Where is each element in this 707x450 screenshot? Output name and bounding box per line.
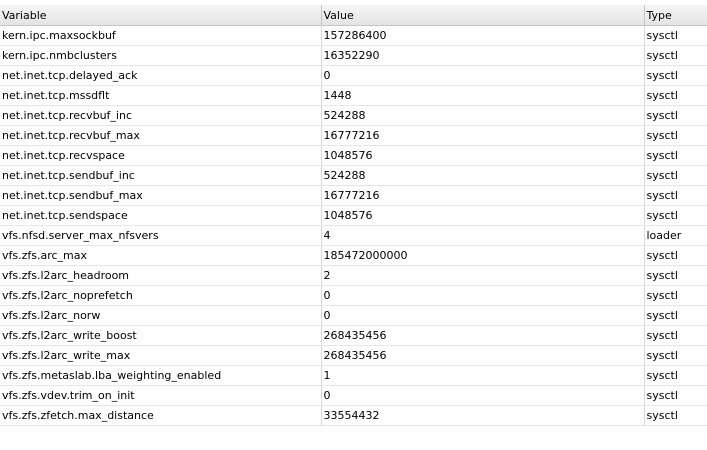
value-cell: 524288 — [321, 105, 645, 126]
tunables-table: Variable Value Type kern.ipc.maxsockbuf 1… — [0, 5, 707, 426]
variable-cell: net.inet.tcp.sendspace — [0, 205, 322, 226]
value-cell: 0 — [321, 65, 645, 86]
type-cell: sysctl — [644, 65, 707, 86]
variable-cell: vfs.zfs.arc_max — [0, 245, 322, 266]
table-row[interactable]: net.inet.tcp.sendbuf_inc 524288 sysctl — [0, 165, 707, 186]
value-cell: 2 — [321, 265, 645, 286]
type-cell: sysctl — [644, 365, 707, 386]
variable-cell: vfs.zfs.zfetch.max_distance — [0, 405, 322, 426]
variable-cell: net.inet.tcp.recvbuf_max — [0, 125, 322, 146]
variable-cell: vfs.nfsd.server_max_nfsvers — [0, 225, 322, 246]
table-row[interactable]: net.inet.tcp.recvbuf_inc 524288 sysctl — [0, 105, 707, 126]
variable-cell: kern.ipc.nmbclusters — [0, 45, 322, 66]
type-cell: sysctl — [644, 105, 707, 126]
table-row[interactable]: net.inet.tcp.sendbuf_max 16777216 sysctl — [0, 185, 707, 206]
value-cell: 157286400 — [321, 25, 645, 46]
value-cell: 1448 — [321, 85, 645, 106]
type-cell: sysctl — [644, 185, 707, 206]
variable-cell: net.inet.tcp.delayed_ack — [0, 65, 322, 86]
value-cell: 0 — [321, 385, 645, 406]
value-cell: 1 — [321, 365, 645, 386]
value-cell: 16777216 — [321, 185, 645, 206]
value-cell: 1048576 — [321, 145, 645, 166]
variable-cell: vfs.zfs.l2arc_write_max — [0, 345, 322, 366]
type-cell: sysctl — [644, 345, 707, 366]
value-cell: 4 — [321, 225, 645, 246]
table-row[interactable]: net.inet.tcp.sendspace 1048576 sysctl — [0, 205, 707, 226]
type-cell: loader — [644, 225, 707, 246]
variable-cell: vfs.zfs.metaslab.lba_weighting_enabled — [0, 365, 322, 386]
table-row[interactable]: kern.ipc.nmbclusters 16352290 sysctl — [0, 45, 707, 66]
value-cell: 268435456 — [321, 325, 645, 346]
table-row[interactable]: vfs.zfs.zfetch.max_distance 33554432 sysct… — [0, 405, 707, 426]
table-row[interactable]: kern.ipc.maxsockbuf 157286400 sysctl — [0, 25, 707, 46]
table-row[interactable]: net.inet.tcp.delayed_ack 0 sysctl — [0, 65, 707, 86]
type-cell: sysctl — [644, 85, 707, 106]
table-row[interactable]: vfs.nfsd.server_max_nfsvers 4 loader — [0, 225, 707, 246]
table-row[interactable]: vfs.zfs.l2arc_noprefetch 0 sysctl — [0, 285, 707, 306]
table-body: kern.ipc.maxsockbuf 157286400 sysctl kern.i… — [0, 25, 707, 426]
variable-cell: net.inet.tcp.mssdflt — [0, 85, 322, 106]
variable-cell: vfs.zfs.l2arc_headroom — [0, 265, 322, 286]
variable-cell: vfs.zfs.vdev.trim_on_init — [0, 385, 322, 406]
header-row: Variable Value Type — [0, 5, 707, 26]
value-cell: 185472000000 — [321, 245, 645, 266]
value-cell: 0 — [321, 305, 645, 326]
variable-cell: net.inet.tcp.recvbuf_inc — [0, 105, 322, 126]
variable-cell: net.inet.tcp.recvspace — [0, 145, 322, 166]
value-cell: 0 — [321, 285, 645, 306]
variable-cell: vfs.zfs.l2arc_write_boost — [0, 325, 322, 346]
type-cell: sysctl — [644, 245, 707, 266]
column-header-type[interactable]: Type — [644, 5, 707, 26]
type-cell: sysctl — [644, 325, 707, 346]
column-header-variable[interactable]: Variable — [0, 5, 322, 26]
type-cell: sysctl — [644, 405, 707, 426]
value-cell: 1048576 — [321, 205, 645, 226]
value-cell: 16352290 — [321, 45, 645, 66]
type-cell: sysctl — [644, 285, 707, 306]
table-row[interactable]: vfs.zfs.arc_max 185472000000 sysctl — [0, 245, 707, 266]
type-cell: sysctl — [644, 305, 707, 326]
type-cell: sysctl — [644, 385, 707, 406]
table-row[interactable]: vfs.zfs.vdev.trim_on_init 0 sysctl — [0, 385, 707, 406]
variable-cell: kern.ipc.maxsockbuf — [0, 25, 322, 46]
column-header-value[interactable]: Value — [321, 5, 645, 26]
variable-cell: vfs.zfs.l2arc_noprefetch — [0, 285, 322, 306]
value-cell: 268435456 — [321, 345, 645, 366]
type-cell: sysctl — [644, 165, 707, 186]
variable-cell: net.inet.tcp.sendbuf_inc — [0, 165, 322, 186]
table-row[interactable]: net.inet.tcp.recvspace 1048576 sysctl — [0, 145, 707, 166]
table-row[interactable]: vfs.zfs.l2arc_write_boost 268435456 sysctl — [0, 325, 707, 346]
type-cell: sysctl — [644, 45, 707, 66]
variable-cell: net.inet.tcp.sendbuf_max — [0, 185, 322, 206]
variable-cell: vfs.zfs.l2arc_norw — [0, 305, 322, 326]
table-row[interactable]: vfs.zfs.l2arc_write_max 268435456 sysctl — [0, 345, 707, 366]
table-row[interactable]: vfs.zfs.l2arc_headroom 2 sysctl — [0, 265, 707, 286]
type-cell: sysctl — [644, 25, 707, 46]
type-cell: sysctl — [644, 145, 707, 166]
value-cell: 524288 — [321, 165, 645, 186]
table-header: Variable Value Type — [0, 5, 707, 26]
type-cell: sysctl — [644, 265, 707, 286]
table-row[interactable]: net.inet.tcp.mssdflt 1448 sysctl — [0, 85, 707, 106]
table-row[interactable]: vfs.zfs.metaslab.lba_weighting_enabled 1 s… — [0, 365, 707, 386]
value-cell: 16777216 — [321, 125, 645, 146]
table-row[interactable]: net.inet.tcp.recvbuf_max 16777216 sysctl — [0, 125, 707, 146]
value-cell: 33554432 — [321, 405, 645, 426]
type-cell: sysctl — [644, 205, 707, 226]
type-cell: sysctl — [644, 125, 707, 146]
table-row[interactable]: vfs.zfs.l2arc_norw 0 sysctl — [0, 305, 707, 326]
